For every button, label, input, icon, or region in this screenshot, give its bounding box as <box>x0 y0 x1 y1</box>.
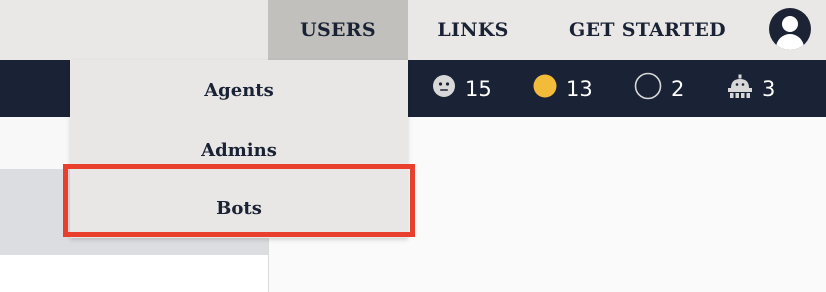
menu-item-agents[interactable]: Agents <box>70 60 408 120</box>
nav-links[interactable]: LINKS <box>425 0 521 60</box>
online-dot-icon <box>533 74 557 103</box>
bots-count: 3 <box>762 76 776 101</box>
nav-get-started[interactable]: GET STARTED <box>560 0 735 60</box>
offline-count-stat: 2 <box>634 60 684 117</box>
sidebar-row <box>0 255 268 292</box>
online-count-stat: 13 <box>533 60 593 117</box>
online-count: 13 <box>566 76 593 101</box>
bots-count-stat: 3 <box>727 60 775 117</box>
menu-item-bots[interactable]: Bots <box>70 178 408 238</box>
offline-circle-icon <box>634 72 662 105</box>
nav-users[interactable]: USERS <box>268 0 408 60</box>
agents-count-stat: 15 <box>432 60 492 117</box>
avatar-body <box>776 34 804 50</box>
agents-count: 15 <box>465 76 492 101</box>
avatar-head <box>782 16 798 32</box>
face-icon <box>432 74 456 103</box>
robot-icon <box>727 74 753 103</box>
menu-item-admins[interactable]: Admins <box>70 120 408 180</box>
offline-count: 2 <box>671 76 685 101</box>
user-avatar-icon[interactable] <box>769 8 811 50</box>
users-dropdown-menu: Agents Admins Bots <box>70 60 408 238</box>
